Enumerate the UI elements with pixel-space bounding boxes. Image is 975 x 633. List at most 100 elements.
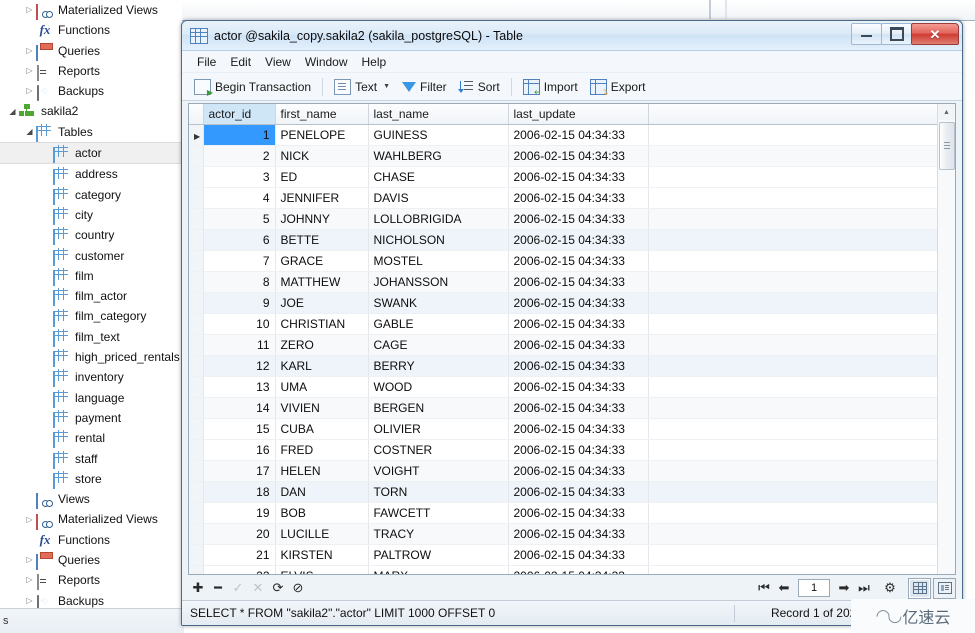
cell-last_update[interactable]: 2006-02-15 04:34:33 <box>508 334 649 356</box>
row-header-cell[interactable] <box>189 481 204 503</box>
sidebar-item-actor[interactable]: · actor <box>0 142 182 165</box>
table-row[interactable]: 2 NICK WAHLBERG 2006-02-15 04:34:33 <box>189 145 938 167</box>
next-page-button[interactable]: ➡ <box>834 579 854 597</box>
cell-actor_id[interactable]: 12 <box>203 355 276 377</box>
cell-last_name[interactable]: BERRY <box>368 355 509 377</box>
cell-last_update[interactable]: 2006-02-15 04:34:33 <box>508 397 649 419</box>
delete-record-button[interactable]: ━ <box>208 579 228 597</box>
cell-last_update[interactable]: 2006-02-15 04:34:33 <box>508 439 649 461</box>
cell-first_name[interactable]: ELVIS <box>275 565 369 574</box>
cell-actor_id[interactable]: 18 <box>203 481 276 503</box>
cell-last_name[interactable]: WOOD <box>368 376 509 398</box>
table-row[interactable]: 17 HELEN VOIGHT 2006-02-15 04:34:33 <box>189 460 938 482</box>
maximize-button[interactable] <box>881 23 912 45</box>
table-row[interactable]: 4 JENNIFER DAVIS 2006-02-15 04:34:33 <box>189 187 938 209</box>
tree-expand-toggle[interactable]: ▷ <box>23 550 36 570</box>
row-header-cell[interactable] <box>189 397 204 419</box>
previous-page-button[interactable]: ⬅ <box>774 579 794 597</box>
cell-actor_id[interactable]: 5 <box>203 208 276 230</box>
cell-first_name[interactable]: KIRSTEN <box>275 544 369 566</box>
row-header-cell[interactable] <box>189 208 204 230</box>
cell-first_name[interactable]: DAN <box>275 481 369 503</box>
table-row[interactable]: 15 CUBA OLIVIER 2006-02-15 04:34:33 <box>189 418 938 440</box>
cell-first_name[interactable]: LUCILLE <box>275 523 369 545</box>
data-grid[interactable]: actor_id first_name last_name last_updat… <box>189 104 938 574</box>
table-row[interactable]: 14 VIVIEN BERGEN 2006-02-15 04:34:33 <box>189 397 938 419</box>
cell-last_name[interactable]: NICHOLSON <box>368 229 509 251</box>
row-header-cell[interactable] <box>189 313 204 335</box>
row-header-cell[interactable] <box>189 145 204 167</box>
cell-actor_id[interactable]: 19 <box>203 502 276 524</box>
menu-window[interactable]: Window <box>298 53 355 71</box>
table-row[interactable]: 22ELVISMARX2006-02-15 04:34:33 <box>189 565 938 574</box>
sidebar-item-reports[interactable]: ▷ Reports <box>0 570 182 591</box>
sidebar-item-functions[interactable]: ·fx Functions <box>0 20 182 40</box>
cell-actor_id[interactable]: 4 <box>203 187 276 209</box>
row-header-cell[interactable] <box>189 565 204 574</box>
cell-last_name[interactable]: LOLLOBRIGIDA <box>368 208 509 230</box>
menu-help[interactable]: Help <box>355 53 394 71</box>
grid-view-button[interactable] <box>908 577 931 599</box>
tree-expand-toggle[interactable]: ▷ <box>23 41 36 61</box>
cell-last_update[interactable]: 2006-02-15 04:34:33 <box>508 418 649 440</box>
sidebar-item-materialized-views[interactable]: ▷ Materialized Views <box>0 509 182 530</box>
cell-last_update[interactable]: 2006-02-15 04:34:33 <box>508 313 649 335</box>
row-header-cell[interactable] <box>189 376 204 398</box>
options-gear-button[interactable]: ⚙ <box>880 579 900 597</box>
table-row[interactable]: ▶ 1 PENELOPE GUINESS 2006-02-15 04:34:33 <box>189 124 938 146</box>
cell-last_update[interactable]: 2006-02-15 04:34:33 <box>508 271 649 293</box>
cell-first_name[interactable]: JOHNNY <box>275 208 369 230</box>
cell-last_name[interactable]: MOSTEL <box>368 250 509 272</box>
row-header-cell[interactable] <box>189 439 204 461</box>
sidebar-item-queries[interactable]: ▷ Queries <box>0 550 182 571</box>
cell-first_name[interactable]: JENNIFER <box>275 187 369 209</box>
export-button[interactable]: ↴ Export <box>584 74 652 99</box>
cell-first_name[interactable]: CUBA <box>275 418 369 440</box>
column-header-last-update[interactable]: last_update <box>508 104 649 125</box>
cell-first_name[interactable]: PENELOPE <box>275 124 369 146</box>
table-toolbar[interactable]: Begin Transaction Text ▼ Filter Sort ↵ I… <box>182 73 962 101</box>
sidebar-item-country[interactable]: · country <box>0 225 182 246</box>
table-row[interactable]: 13 UMA WOOD 2006-02-15 04:34:33 <box>189 376 938 398</box>
row-header-cell[interactable] <box>189 292 204 314</box>
refresh-button[interactable]: ⟳ <box>268 579 288 597</box>
sidebar-item-functions[interactable]: ·fx Functions <box>0 530 182 550</box>
cell-last_name[interactable]: BERGEN <box>368 397 509 419</box>
row-header-cell[interactable]: ▶ <box>189 124 204 146</box>
sidebar-item-materialized-views[interactable]: ▷ Materialized Views <box>0 0 182 21</box>
cell-last_name[interactable]: OLIVIER <box>368 418 509 440</box>
tree-expand-toggle[interactable]: ▷ <box>23 570 36 590</box>
cell-last_name[interactable]: VOIGHT <box>368 460 509 482</box>
cell-first_name[interactable]: FRED <box>275 439 369 461</box>
cell-first_name[interactable]: ZERO <box>275 334 369 356</box>
cell-actor_id[interactable]: 8 <box>203 271 276 293</box>
sort-button[interactable]: Sort <box>453 74 506 99</box>
sidebar-item-customer[interactable]: · customer <box>0 246 182 266</box>
sidebar-item-high-priced-rentals[interactable]: · high_priced_rentals <box>0 347 182 368</box>
sidebar-item-payment[interactable]: · payment <box>0 408 182 429</box>
cell-last_name[interactable]: GUINESS <box>368 124 509 146</box>
import-button[interactable]: ↵ Import <box>517 74 584 99</box>
sidebar-item-inventory[interactable]: · inventory <box>0 367 182 388</box>
column-header-actor-id[interactable]: actor_id <box>203 104 276 125</box>
close-button[interactable]: ✕ <box>911 23 959 45</box>
cell-last_name[interactable]: SWANK <box>368 292 509 314</box>
last-page-button[interactable]: ⏭ <box>854 579 874 597</box>
tree-expand-toggle[interactable]: ▷ <box>23 0 36 20</box>
tree-expand-toggle-open[interactable]: ◢ <box>23 122 36 142</box>
table-row[interactable]: 10 CHRISTIAN GABLE 2006-02-15 04:34:33 <box>189 313 938 335</box>
cell-last_update[interactable]: 2006-02-15 04:34:33 <box>508 355 649 377</box>
page-number-input[interactable]: 1 <box>798 579 830 597</box>
cell-last_name[interactable]: MARX <box>368 565 509 574</box>
cell-first_name[interactable]: BETTE <box>275 229 369 251</box>
cell-last_update[interactable]: 2006-02-15 04:34:33 <box>508 208 649 230</box>
table-row[interactable]: 20 LUCILLE TRACY 2006-02-15 04:34:33 <box>189 523 938 545</box>
cell-actor_id[interactable]: 10 <box>203 313 276 335</box>
object-browser-tree[interactable]: ▷Materialized Views·fxFunctions▷Queries▷… <box>0 0 182 610</box>
cell-last_name[interactable]: COSTNER <box>368 439 509 461</box>
column-header-first-name[interactable]: first_name <box>275 104 369 125</box>
cell-first_name[interactable]: NICK <box>275 145 369 167</box>
text-view-button[interactable]: Text ▼ <box>328 74 396 99</box>
cell-actor_id[interactable]: 3 <box>203 166 276 188</box>
menubar[interactable]: File Edit View Window Help <box>182 51 962 73</box>
